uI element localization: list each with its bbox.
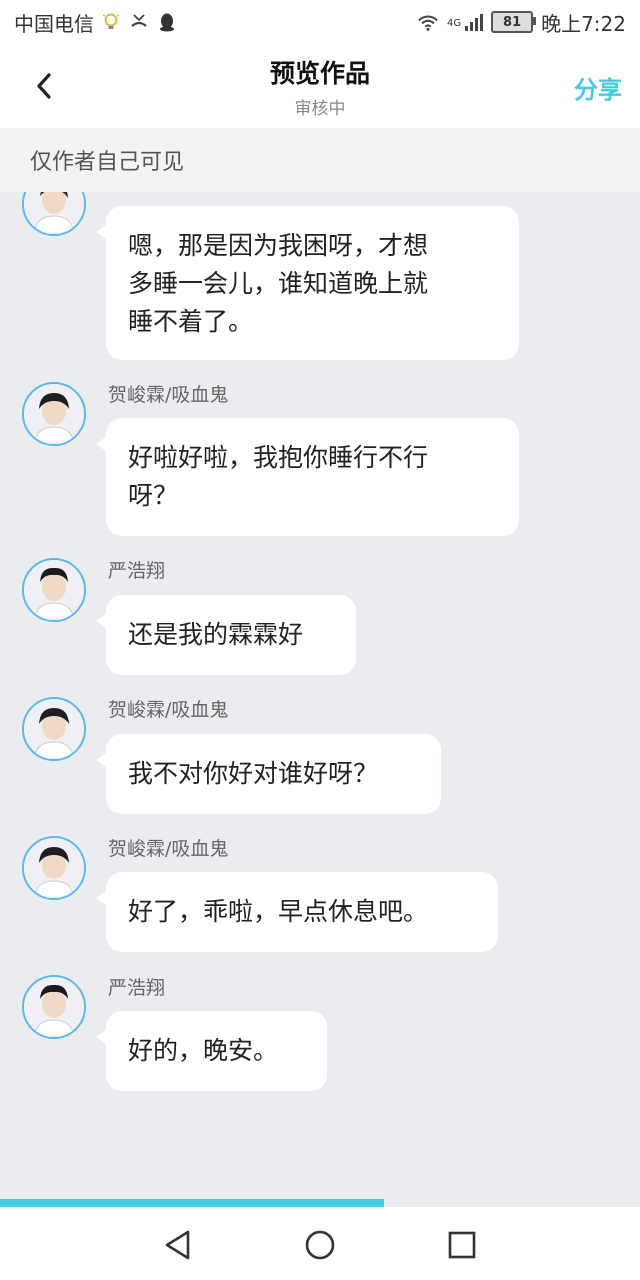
visibility-banner: 仅作者自己可见	[0, 128, 640, 192]
message-bubble: 我不对你好对谁好呀？	[96, 734, 441, 814]
avatar[interactable]	[22, 697, 86, 761]
page-title: 预览作品	[269, 59, 370, 88]
sender-name: 贺峻霖/吸血鬼	[108, 838, 229, 860]
message-line: 嗯，那是因为我困呀，才想	[128, 231, 429, 260]
tips-bulb-icon	[100, 11, 122, 33]
avatar[interactable]	[22, 382, 86, 446]
sender-name: 严浩翔	[108, 977, 166, 999]
avatar[interactable]	[22, 836, 86, 900]
playback-progress-bar[interactable]	[0, 1199, 640, 1207]
network-type: 4G	[446, 17, 462, 29]
message-line: 多睡一会儿，谁知道晚上就	[128, 269, 429, 298]
recents-square-icon	[448, 1231, 476, 1259]
nav-recents-button[interactable]	[444, 1227, 480, 1263]
status-bar: 中国电信 4G 81 晚上7:22	[0, 0, 640, 44]
message-line: 好的，晚安。	[128, 1036, 279, 1065]
review-status: 审核中	[294, 99, 346, 119]
clock: 晚上7:22	[541, 11, 626, 36]
message-bubble: 嗯，那是因为我困呀，才想 多睡一会儿，谁知道晚上就 睡不着了。	[96, 206, 519, 360]
message-bubble: 还是我的霖霖好	[96, 595, 356, 675]
app-header: 预览作品 审核中 分享	[0, 44, 640, 128]
system-nav-bar	[0, 1207, 640, 1280]
qq-icon	[156, 11, 178, 33]
back-triangle-icon	[165, 1230, 190, 1260]
nav-home-button[interactable]	[302, 1227, 338, 1263]
nav-back-button[interactable]	[160, 1227, 196, 1263]
sender-name: 贺峻霖/吸血鬼	[108, 699, 229, 721]
progress-fill	[0, 1199, 384, 1207]
message-line: 好了，乖啦，早点休息吧。	[128, 897, 429, 926]
home-circle-icon	[305, 1230, 335, 1260]
avatar[interactable]	[22, 192, 86, 236]
avatar[interactable]	[22, 558, 86, 622]
missed-call-icon	[128, 11, 150, 33]
sender-name: 严浩翔	[108, 560, 166, 582]
battery-indicator: 81	[491, 11, 537, 33]
status-right: 4G 81 晚上7:22	[417, 8, 626, 37]
message-line: 好啦好啦，我抱你睡行不行	[128, 443, 429, 472]
signal-icon	[465, 13, 484, 31]
message-bubble: 好了，乖啦，早点休息吧。	[96, 872, 498, 952]
status-left: 中国电信	[14, 8, 178, 37]
carrier-label: 中国电信	[14, 11, 94, 36]
message-line: 还是我的霖霖好	[128, 620, 304, 649]
avatar[interactable]	[22, 975, 86, 1039]
sender-name: 贺峻霖/吸血鬼	[108, 384, 229, 406]
wifi-icon	[417, 11, 439, 33]
share-button[interactable]: 分享	[574, 70, 622, 105]
message-line: 呀？	[128, 481, 179, 510]
message-bubble: 好啦好啦，我抱你睡行不行 呀？	[96, 418, 519, 536]
message-line: 我不对你好对谁好呀？	[128, 759, 379, 788]
message-bubble: 好的，晚安。	[96, 1011, 327, 1091]
chat-list[interactable]: 嗯，那是因为我困呀，才想 多睡一会儿，谁知道晚上就 睡不着了。 贺峻霖/吸血鬼 …	[0, 192, 640, 1200]
message-line: 睡不着了。	[128, 307, 254, 336]
